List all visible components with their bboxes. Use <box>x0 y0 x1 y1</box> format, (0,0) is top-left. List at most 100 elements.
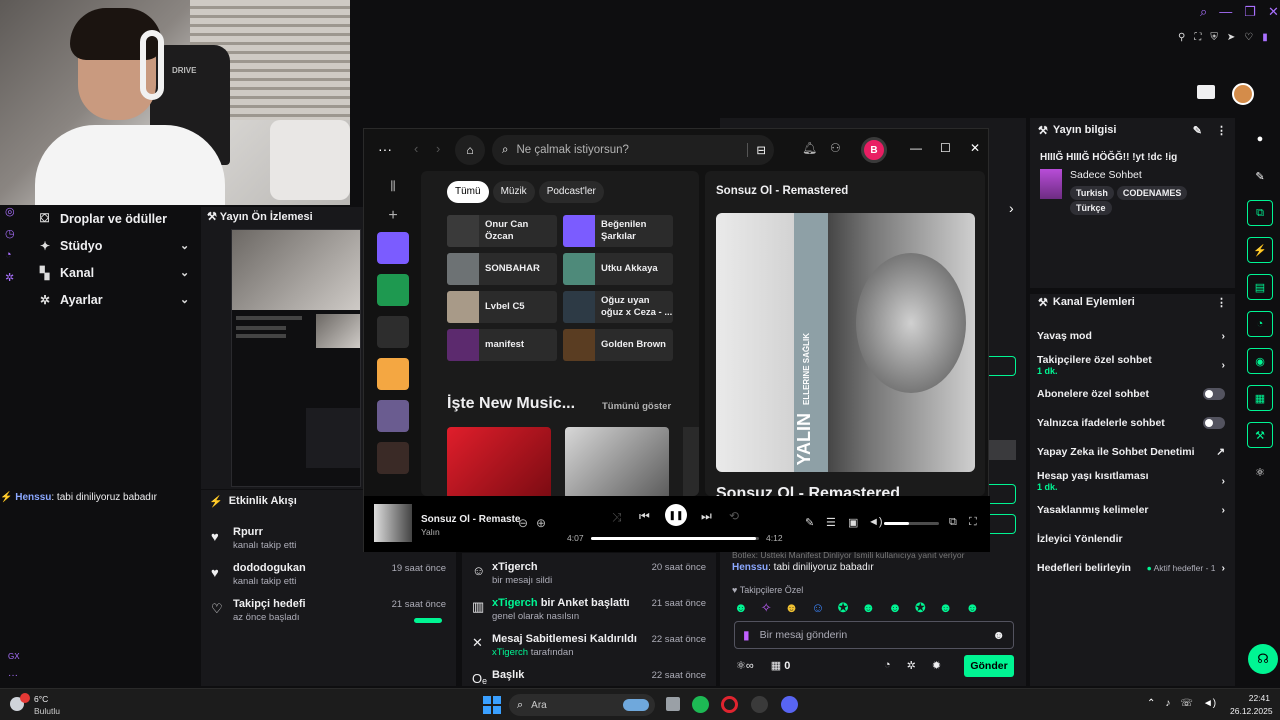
more-icon[interactable]: ··· <box>8 670 18 681</box>
gear-icon[interactable]: ✲ <box>907 659 916 672</box>
chevron-right-icon[interactable]: › <box>1009 200 1014 216</box>
library-tile[interactable] <box>377 316 409 348</box>
bell-icon[interactable]: 🔔︎ <box>802 141 817 155</box>
chat-bubble-icon[interactable]: ◔ <box>884 659 891 672</box>
chip-podcasts[interactable]: Podcast'ler <box>538 181 604 203</box>
album-card[interactable] <box>447 427 551 496</box>
emote-icon[interactable]: ☻ <box>861 600 875 616</box>
info-icon[interactable]: ● <box>1247 126 1273 152</box>
next-icon[interactable]: ⏭ <box>701 509 712 524</box>
weather-temp[interactable]: 6°C <box>34 694 48 704</box>
emote-icon[interactable]: ☻ <box>939 600 953 616</box>
stream-tag[interactable]: Türkçe <box>1070 201 1112 215</box>
spotify-avatar[interactable]: B <box>861 137 887 163</box>
show-all-link[interactable]: Tümünü göster <box>602 401 671 412</box>
minimize-icon[interactable]: — <box>1219 4 1232 20</box>
menu-dots-icon[interactable]: ··· <box>378 141 392 157</box>
maximize-icon[interactable]: ☐ <box>940 141 951 155</box>
account-age-row[interactable]: Hesap yaşı kısıtlaması 1 dk. › <box>1030 466 1235 495</box>
quick-item[interactable]: manifest <box>447 329 557 361</box>
device-icon[interactable]: ▣ <box>848 516 858 529</box>
spotify-search[interactable]: ⌕ Ne çalmak istiyorsun? ⊟ <box>492 135 774 165</box>
banned-words-row[interactable]: Yasaklanmış kelimeler › <box>1030 495 1235 524</box>
player-album-thumb[interactable] <box>374 504 412 542</box>
emote-icon[interactable]: ☻ <box>888 600 902 616</box>
library-tile[interactable] <box>377 400 409 432</box>
quick-item[interactable]: Golden Brown <box>563 329 673 361</box>
emote-icon[interactable]: ☺ <box>811 600 824 616</box>
chat-input[interactable]: ▮ Bir mesaj gönderin ☻ <box>734 621 1014 649</box>
fullscreen-icon[interactable]: ⛶ <box>969 516 977 529</box>
clock-icon[interactable]: ◷ <box>5 227 25 249</box>
chat-username[interactable]: Henssu <box>15 492 51 503</box>
followers-only-row[interactable]: Takipçilere özel sohbet 1 dk. › <box>1030 350 1235 379</box>
extensions-icon[interactable]: ⚛ <box>1247 459 1273 485</box>
section-title[interactable]: İşte New Music... <box>447 395 575 413</box>
raid-row[interactable]: İzleyici Yönlendir <box>1030 524 1235 553</box>
add-to-playlist-icon[interactable]: ⊕ <box>536 516 546 530</box>
emote-icon[interactable]: ✪ <box>838 600 849 616</box>
pin-icon[interactable]: ⚲ <box>1178 32 1185 48</box>
quick-item[interactable]: Oğuz uyan oğuz x Ceza - ... <box>563 291 673 323</box>
mic-icon[interactable]: ✎ <box>805 516 814 529</box>
emote-icon[interactable]: ✪ <box>915 600 926 616</box>
mic-icon[interactable]: ♪ <box>1165 698 1170 709</box>
more-icon[interactable]: ⋮ <box>1216 124 1227 137</box>
emote-icon[interactable]: ☻ <box>965 600 979 616</box>
library-icon[interactable]: ⫼ <box>372 172 414 200</box>
gear-icon[interactable]: ✲ <box>5 271 25 293</box>
quick-item[interactable]: Onur Can Özcan <box>447 215 557 247</box>
category-name[interactable]: Sadece Sohbet <box>1070 169 1225 181</box>
user-avatar[interactable] <box>1232 83 1254 105</box>
infinity-icon[interactable]: ⚛∞ <box>736 660 754 672</box>
forward-icon[interactable]: › <box>436 141 440 156</box>
weather-icon[interactable] <box>10 693 34 713</box>
opera-gx-icon[interactable] <box>721 696 738 713</box>
chat-icon[interactable]: ◔ <box>5 249 25 271</box>
volume-icon[interactable]: ◄) <box>1203 698 1216 709</box>
library-tile[interactable] <box>377 358 409 390</box>
stream-tag[interactable]: CODENAMES <box>1116 186 1188 200</box>
layout-icon[interactable]: ▦ <box>1247 385 1273 411</box>
activity-item[interactable]: ♥ dododogukan kanalı takip etti 19 saat … <box>201 558 456 594</box>
ai-moderation-row[interactable]: Yapay Zeka ile Sohbet Denetimi ↗ <box>1030 437 1235 466</box>
close-icon[interactable]: ✕ <box>1268 4 1279 20</box>
emoji-icon[interactable]: ☻ <box>992 628 1005 642</box>
emote-icon[interactable]: ✧ <box>761 600 772 616</box>
nav-studio[interactable]: ✦ Stüdyo ⌄ <box>30 232 200 259</box>
clip-icon[interactable]: ⧉ <box>1247 200 1273 226</box>
discord-icon[interactable] <box>781 696 798 713</box>
stream-tag[interactable]: Turkish <box>1070 186 1114 200</box>
browse-icon[interactable]: ⊟ <box>747 143 766 157</box>
weather-desc[interactable]: Bulutlu <box>34 706 60 716</box>
home-icon[interactable]: ⌂ <box>455 135 485 165</box>
shop-icon[interactable]: ▦ <box>771 660 781 672</box>
nav-channel[interactable]: ▚ Kanal ⌄ <box>30 259 200 286</box>
preview-video[interactable] <box>231 229 361 487</box>
more-icon[interactable]: ⋮ <box>1216 296 1227 309</box>
quick-item[interactable]: Beğenilen Şarkılar <box>563 215 673 247</box>
restore-icon[interactable]: ❐ <box>1244 4 1256 20</box>
send-button[interactable]: Gönder <box>964 655 1014 677</box>
chevron-up-icon[interactable]: ⌃ <box>1147 698 1155 709</box>
spotify-taskbar-icon[interactable] <box>692 696 709 713</box>
chat-username[interactable]: Henssu <box>732 562 768 573</box>
send-icon[interactable]: ➤ <box>1227 32 1235 48</box>
back-icon[interactable]: ‹ <box>414 141 418 156</box>
nav-settings[interactable]: ✲ Ayarlar ⌄ <box>30 286 200 313</box>
chat-icon[interactable]: ◔ <box>1247 311 1273 337</box>
volume-track[interactable] <box>884 522 939 525</box>
shuffle-icon[interactable]: ⤨ <box>612 510 622 525</box>
add-icon[interactable]: + <box>372 200 414 232</box>
notes-icon[interactable]: ▤ <box>1247 274 1273 300</box>
close-icon[interactable]: ✕ <box>970 141 980 155</box>
heart-icon[interactable]: ♡ <box>1244 32 1253 48</box>
mod-action-item[interactable]: ✕ Mesaj Sabitlemesi Kaldırıldı xTigerch … <box>462 629 716 665</box>
previous-icon[interactable]: ⏮ <box>639 509 650 524</box>
wrench-icon[interactable]: ⚒ <box>1247 422 1273 448</box>
volume-icon[interactable]: ◄) <box>868 516 883 528</box>
subs-only-row[interactable]: Abonelere özel sohbet <box>1030 379 1235 408</box>
shield-icon[interactable]: ⛨ <box>1210 32 1218 48</box>
shop-icon[interactable] <box>1197 85 1215 99</box>
minimize-icon[interactable]: — <box>910 141 922 155</box>
